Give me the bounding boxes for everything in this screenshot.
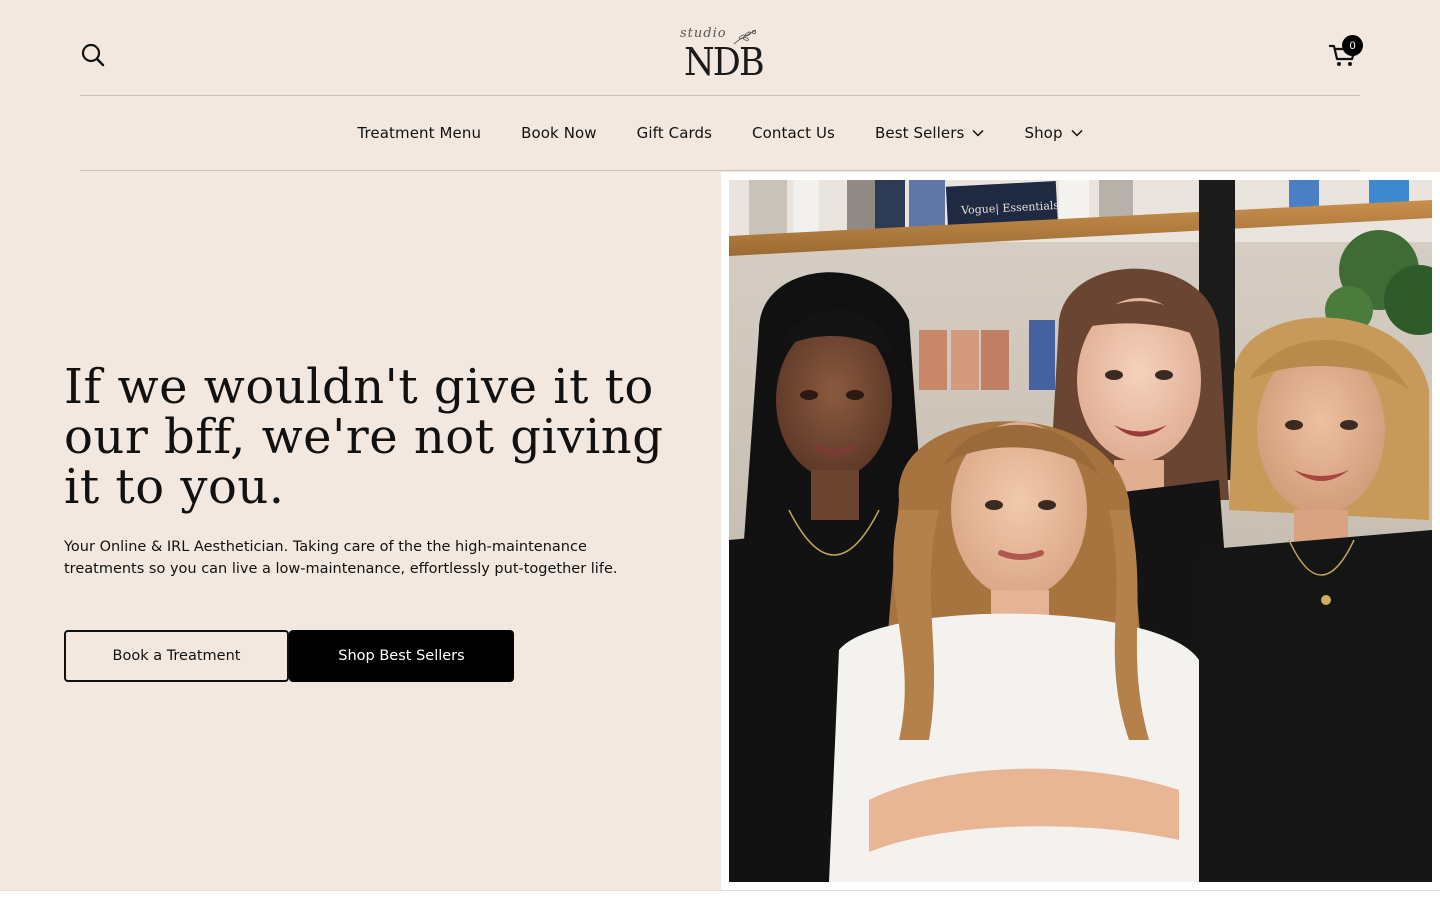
hero-photo: Vogue| Essentials (729, 180, 1432, 882)
header: studio NDB 0 (80, 0, 1363, 96)
nav-item-label: Shop (1024, 124, 1063, 142)
nav-item-shop[interactable]: Shop (1004, 124, 1102, 142)
hero-title: If we wouldn't give it to our bff, we're… (64, 359, 664, 515)
nav-item-gift-cards[interactable]: Gift Cards (617, 124, 732, 142)
nav-item-best-sellers[interactable]: Best Sellers (855, 124, 1004, 142)
chevron-down-icon (972, 129, 984, 137)
hero-text-panel: If we wouldn't give it to our bff, we're… (0, 172, 720, 890)
main-nav: Treatment Menu Book Now Gift Cards Conta… (80, 96, 1360, 171)
nav-item-book-now[interactable]: Book Now (501, 124, 617, 142)
book-treatment-button[interactable]: Book a Treatment (64, 630, 289, 682)
nav-item-contact-us[interactable]: Contact Us (732, 124, 855, 142)
hero-subtitle: Your Online & IRL Aesthetician. Taking c… (64, 539, 618, 577)
team-photo-illustration: Vogue| Essentials (729, 180, 1432, 882)
search-icon[interactable] (80, 42, 106, 68)
bottom-divider (0, 890, 1440, 900)
nav-item-label: Best Sellers (874, 124, 965, 142)
cart-count-badge: 0 (1342, 35, 1363, 56)
chevron-down-icon (1071, 129, 1083, 137)
logo-script-text: studio (680, 26, 727, 41)
hero-image-panel: Vogue| Essentials (721, 172, 1440, 890)
nav-item-treatment-menu[interactable]: Treatment Menu (337, 124, 501, 142)
nav-item-label: Gift Cards (636, 124, 713, 142)
nav-item-label: Treatment Menu (357, 124, 482, 142)
logo-main-text: NDB (684, 40, 765, 84)
nav-item-label: Contact Us (752, 124, 835, 142)
logo[interactable]: studio NDB (676, 26, 766, 84)
shop-best-sellers-button[interactable]: Shop Best Sellers (289, 630, 514, 682)
nav-item-label: Book Now (521, 124, 597, 142)
